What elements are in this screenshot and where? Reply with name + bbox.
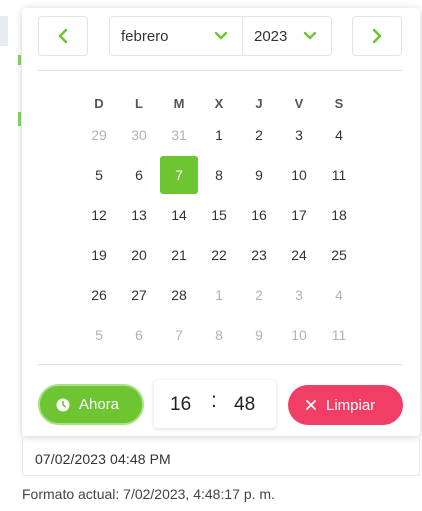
time-separator: : bbox=[211, 389, 217, 412]
day-cell[interactable]: 30 bbox=[119, 116, 159, 154]
chevron-left-icon bbox=[58, 28, 68, 44]
datetime-field-value: 07/02/2023 04:48 PM bbox=[35, 451, 171, 467]
weekday-header: L bbox=[135, 95, 143, 111]
current-format-text: Formato actual: 7/02/2023, 4:48:17 p. m. bbox=[22, 486, 275, 502]
weekday-header: J bbox=[255, 95, 263, 111]
weekday-header: S bbox=[334, 95, 344, 111]
day-cell[interactable]: 9 bbox=[239, 316, 279, 354]
day-cell[interactable]: 4 bbox=[319, 116, 359, 154]
day-cell[interactable]: 1 bbox=[199, 276, 239, 314]
day-cell[interactable]: 10 bbox=[279, 316, 319, 354]
day-cell[interactable]: 23 bbox=[239, 236, 279, 274]
day-cell[interactable]: 2 bbox=[239, 276, 279, 314]
day-cell[interactable]: 11 bbox=[319, 156, 359, 194]
calendar-grid: D L M X J V S 29 30 31 1 2 3 4 5 6 7 8 9 10 11 12 13 14 15 16 17 18… bbox=[79, 91, 359, 355]
day-cell[interactable]: 3 bbox=[279, 276, 319, 314]
day-cell[interactable]: 26 bbox=[79, 276, 119, 314]
day-cell[interactable]: 28 bbox=[159, 276, 199, 314]
clock-icon bbox=[56, 398, 70, 411]
previous-month-button[interactable] bbox=[38, 16, 88, 56]
day-cell[interactable]: 14 bbox=[159, 196, 199, 234]
day-cell[interactable]: 8 bbox=[199, 316, 239, 354]
day-cell[interactable]: 16 bbox=[239, 196, 279, 234]
day-cell[interactable]: 5 bbox=[79, 156, 119, 194]
month-select-value: febrero bbox=[121, 27, 169, 45]
day-cell[interactable]: 31 bbox=[159, 116, 199, 154]
day-cell[interactable]: 6 bbox=[119, 156, 159, 194]
day-cell[interactable]: 8 bbox=[199, 156, 239, 194]
day-cell[interactable]: 25 bbox=[319, 236, 359, 274]
weekday-header: D bbox=[94, 95, 104, 111]
chevron-right-icon bbox=[372, 28, 382, 44]
month-select[interactable]: febrero bbox=[110, 17, 243, 55]
day-cell[interactable]: 17 bbox=[279, 196, 319, 234]
datetime-field[interactable]: 07/02/2023 04:48 PM bbox=[22, 438, 420, 476]
time-input: 16 : 48 bbox=[154, 380, 276, 428]
background-fragment bbox=[18, 55, 21, 65]
chevron-down-icon bbox=[303, 31, 317, 40]
datetime-picker-popup: febrero 2023 D L M X J V S 29 30 31 1 2 3 4 5 6 7 8 9 10 11 1… bbox=[22, 8, 420, 436]
chevron-down-icon bbox=[214, 31, 228, 40]
now-button-label: Ahora bbox=[79, 396, 120, 413]
day-cell[interactable]: 20 bbox=[119, 236, 159, 274]
day-cell[interactable]: 10 bbox=[279, 156, 319, 194]
day-cell[interactable]: 4 bbox=[319, 276, 359, 314]
day-cell[interactable]: 15 bbox=[199, 196, 239, 234]
weekday-header: X bbox=[214, 95, 224, 111]
day-cell[interactable]: 6 bbox=[119, 316, 159, 354]
day-cell[interactable]: 13 bbox=[119, 196, 159, 234]
day-cell[interactable]: 11 bbox=[319, 316, 359, 354]
day-cell[interactable]: 1 bbox=[199, 116, 239, 154]
next-month-button[interactable] bbox=[352, 16, 402, 56]
day-cell[interactable]: 19 bbox=[79, 236, 119, 274]
background-fragment bbox=[0, 16, 8, 46]
weekday-header: V bbox=[294, 95, 304, 111]
day-cell[interactable]: 7 bbox=[159, 316, 199, 354]
month-year-selects: febrero 2023 bbox=[109, 16, 332, 56]
clear-button[interactable]: Limpiar bbox=[288, 385, 403, 425]
background-fragment bbox=[18, 112, 21, 126]
day-cell[interactable]: 27 bbox=[119, 276, 159, 314]
day-cell[interactable]: 12 bbox=[79, 196, 119, 234]
day-cell[interactable]: 5 bbox=[79, 316, 119, 354]
day-cell[interactable]: 24 bbox=[279, 236, 319, 274]
year-select[interactable]: 2023 bbox=[243, 17, 331, 55]
selected-day-cell[interactable]: 7 bbox=[160, 156, 198, 194]
year-select-value: 2023 bbox=[254, 27, 288, 45]
day-cell[interactable]: 22 bbox=[199, 236, 239, 274]
header-divider bbox=[38, 70, 402, 71]
footer-divider bbox=[38, 364, 402, 365]
close-icon bbox=[306, 400, 316, 410]
day-cell[interactable]: 18 bbox=[319, 196, 359, 234]
day-cell[interactable]: 21 bbox=[159, 236, 199, 274]
day-cell[interactable]: 9 bbox=[239, 156, 279, 194]
day-cell[interactable]: 29 bbox=[79, 116, 119, 154]
hours-input[interactable]: 16 bbox=[170, 394, 191, 416]
now-button[interactable]: Ahora bbox=[38, 384, 144, 425]
clear-button-label: Limpiar bbox=[326, 396, 376, 414]
minutes-input[interactable]: 48 bbox=[234, 394, 255, 416]
weekday-header: M bbox=[173, 95, 185, 111]
day-cell[interactable]: 3 bbox=[279, 116, 319, 154]
day-cell[interactable]: 2 bbox=[239, 116, 279, 154]
